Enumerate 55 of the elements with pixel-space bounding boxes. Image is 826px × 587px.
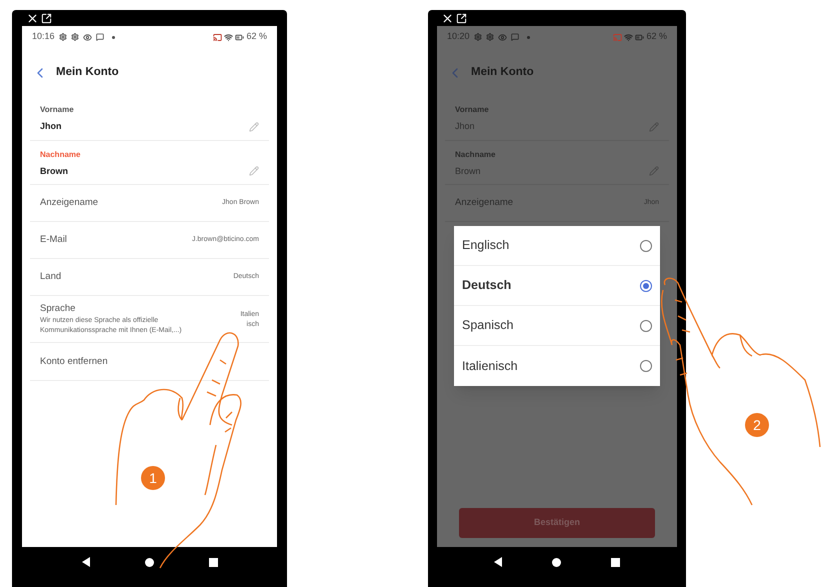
field-label: Sprache [40,302,76,316]
radio-button[interactable] [640,360,652,372]
radio-button[interactable] [640,320,652,332]
option-label: Deutsch [462,277,512,294]
gear-icon [70,33,79,41]
remove-account-link[interactable]: Konto entfernen [40,354,108,369]
radio-button[interactable] [640,240,652,252]
field-label: Anzeigename [40,196,98,210]
field-value: Brown [455,164,481,178]
option-label: Englisch [462,237,510,254]
cast-icon [613,32,622,42]
option-label: Spanisch [462,317,514,334]
eye-icon [82,32,92,42]
field-label: Vorname [40,104,75,116]
page-title: Mein Konto [471,65,534,80]
field-value: Jhon [40,120,62,133]
back-triangle-icon[interactable] [494,557,502,567]
status-time: 10:16 [32,30,55,44]
wifi-icon [624,32,634,42]
battery-percent: 62 % [646,30,667,44]
radio-button[interactable] [640,280,652,292]
close-icon[interactable] [26,12,39,24]
recents-square-icon[interactable] [611,558,620,566]
field-label: Vorname [455,104,490,116]
external-link-icon[interactable] [456,12,467,24]
back-triangle-icon[interactable] [82,557,90,567]
battery-icon [235,32,244,42]
message-icon [96,33,104,41]
battery-icon [635,32,644,42]
language-option[interactable]: Englisch [454,226,660,266]
gear-icon [474,33,482,41]
page-title: Mein Konto [56,65,119,80]
eye-icon [498,32,507,42]
step-number-badge: 2 [745,413,769,437]
cast-icon [213,32,222,42]
field-value: Jhon [455,120,475,133]
field-label: Nachname [40,148,82,160]
message-icon [510,33,519,41]
option-label: Italienisch [462,358,518,375]
close-icon[interactable] [441,12,454,24]
gear-icon [58,33,67,41]
field-label: Nachname [455,148,496,160]
language-option[interactable]: Italienisch [454,346,660,386]
gear-icon [486,33,494,41]
wifi-icon [224,32,234,42]
status-time: 10:20 [447,30,470,44]
language-option[interactable]: Deutsch [454,266,660,306]
language-option[interactable]: Spanisch [454,306,660,346]
external-link-icon[interactable] [41,12,52,24]
field-label: Anzeigename [455,196,514,210]
field-value: Brown [40,164,68,178]
battery-percent: 62 % [246,30,267,44]
recents-square-icon[interactable] [208,558,218,566]
field-label: E-Mail [40,232,67,247]
field-label: Land [40,270,62,284]
